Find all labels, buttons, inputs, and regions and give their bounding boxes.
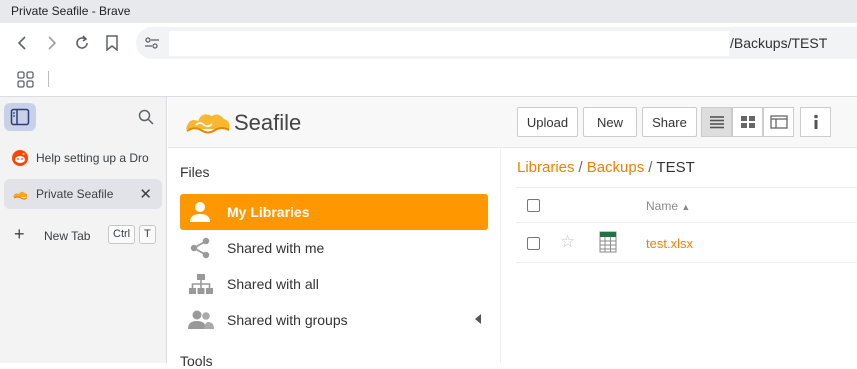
- list-view-button[interactable]: [701, 107, 732, 137]
- sort-ascending-icon: ▲: [681, 202, 691, 212]
- bookmarks-divider: [48, 71, 49, 87]
- bookmark-icon: [106, 35, 118, 51]
- new-tab-label: New Tab: [44, 229, 91, 243]
- select-all-checkbox[interactable]: [527, 199, 540, 212]
- back-button[interactable]: [11, 32, 33, 54]
- close-tab-icon[interactable]: ✕: [139, 185, 152, 203]
- breadcrumb: Libraries / Backups / TEST: [517, 159, 695, 176]
- list-view-icon: [709, 116, 724, 129]
- name-header-label: Name: [646, 199, 679, 213]
- seafile-logo-icon: [186, 114, 230, 134]
- column-view-icon: [769, 115, 788, 129]
- org-chart-icon: [188, 273, 214, 295]
- new-tab-button[interactable]: + New Tab Ctrl T: [4, 221, 162, 249]
- plus-icon: +: [14, 224, 25, 244]
- nav-item-label: My Libraries: [227, 204, 310, 220]
- reddit-icon: [12, 150, 28, 166]
- reload-icon: [76, 35, 88, 49]
- nav-heading-files: Files: [180, 164, 210, 180]
- nav-item-label: Shared with groups: [227, 312, 348, 328]
- tab-title: Private Seafile: [36, 187, 114, 201]
- bookmarks-bar: [0, 63, 857, 97]
- nav-item-shared-with-me[interactable]: Shared with me: [180, 230, 488, 266]
- star-icon[interactable]: ☆: [560, 232, 575, 252]
- info-button[interactable]: [800, 107, 831, 137]
- tab-title: Help setting up a Dro: [36, 151, 149, 165]
- share-button[interactable]: Share: [642, 107, 697, 137]
- nav-heading-tools: Tools: [180, 353, 213, 369]
- tab-help-setting-up[interactable]: Help setting up a Dro: [4, 143, 162, 173]
- url-text: /Backups/TEST: [730, 35, 828, 51]
- browser-toolbar: /Backups/TEST: [0, 23, 857, 63]
- forward-arrow-icon: [48, 36, 57, 50]
- seafile-header: Seafile Upload New Share: [168, 97, 857, 148]
- new-button[interactable]: New: [583, 107, 637, 137]
- sidebar-panel-icon: [10, 108, 30, 126]
- vertical-tabs-sidebar: Help setting up a Dro Private Seafile ✕ …: [0, 97, 167, 363]
- nav-item-my-libraries[interactable]: My Libraries: [180, 194, 488, 230]
- nav-item-shared-with-all[interactable]: Shared with all: [180, 266, 488, 302]
- nav-item-shared-with-groups[interactable]: Shared with groups: [180, 302, 488, 338]
- tab-private-seafile[interactable]: Private Seafile ✕: [4, 179, 162, 209]
- row-checkbox[interactable]: [527, 237, 540, 250]
- main-content: Libraries / Backups / TEST Name ▲ ☆ test.xls…: [502, 149, 857, 363]
- name-column-header[interactable]: Name ▲: [646, 199, 690, 213]
- breadcrumb-libraries[interactable]: Libraries: [517, 159, 575, 176]
- site-settings-icon[interactable]: [144, 36, 160, 50]
- caret-left-icon[interactable]: [475, 314, 482, 324]
- window-title: Private Seafile - Brave: [11, 4, 131, 18]
- reload-button[interactable]: [71, 32, 93, 54]
- forward-button[interactable]: [41, 32, 63, 54]
- tab-search-icon[interactable]: [138, 109, 154, 125]
- sidebar-toggle-button[interactable]: [4, 103, 36, 131]
- address-bar[interactable]: /Backups/TEST: [136, 27, 857, 59]
- share-icon: [188, 237, 212, 259]
- nav-item-label: Shared with all: [227, 276, 319, 292]
- apps-grid-icon[interactable]: [17, 71, 35, 89]
- side-nav: Files My Libraries Shared with me Shared…: [168, 149, 501, 369]
- file-name-link[interactable]: test.xlsx: [646, 236, 693, 251]
- breadcrumb-current: TEST: [656, 159, 695, 176]
- window-title-bar: Private Seafile - Brave: [0, 0, 857, 23]
- shortcut-ctrl-key: Ctrl: [108, 225, 136, 244]
- table-row[interactable]: ☆ test.xlsx: [516, 225, 857, 263]
- upload-button[interactable]: Upload: [517, 107, 578, 137]
- grid-view-icon: [740, 116, 755, 128]
- bookmark-button[interactable]: [101, 32, 123, 54]
- grid-view-button[interactable]: [732, 107, 763, 137]
- file-table-header: Name ▲: [516, 187, 857, 223]
- seafile-tab-icon: [12, 186, 28, 202]
- group-icon: [188, 309, 214, 331]
- seafile-logo[interactable]: Seafile: [184, 107, 301, 137]
- spreadsheet-icon: [599, 231, 617, 253]
- back-arrow-icon: [17, 36, 26, 50]
- seafile-logo-text: Seafile: [234, 110, 302, 135]
- breadcrumb-backups[interactable]: Backups: [587, 159, 645, 176]
- nav-item-label: Shared with me: [227, 240, 325, 256]
- breadcrumb-separator: /: [578, 159, 583, 176]
- user-icon: [188, 201, 212, 223]
- info-icon: [813, 114, 818, 129]
- url-redacted-area: [169, 31, 729, 56]
- column-view-button[interactable]: [763, 107, 794, 137]
- breadcrumb-separator: /: [648, 159, 653, 176]
- shortcut-t-key: T: [139, 225, 156, 244]
